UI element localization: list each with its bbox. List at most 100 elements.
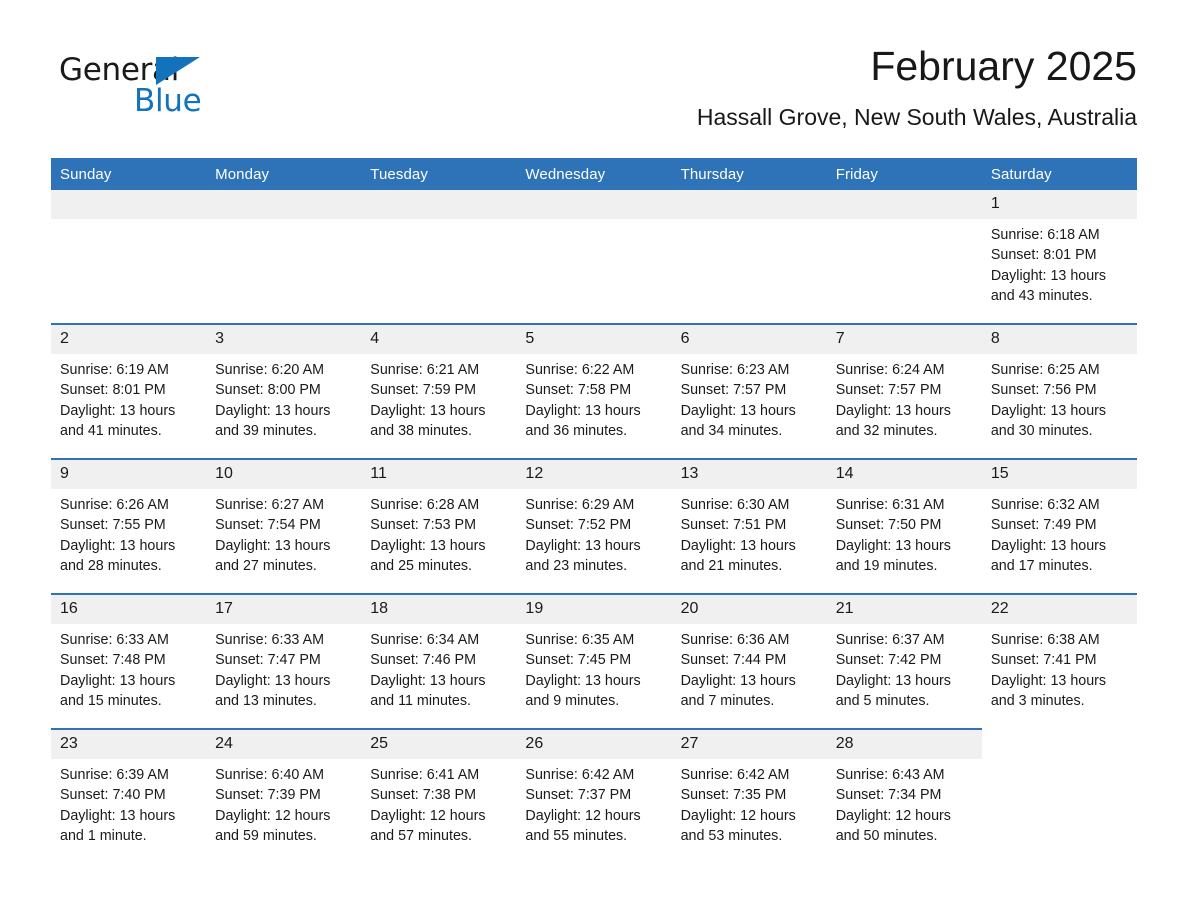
sunset-text: Sunset: 7:54 PM [215,517,321,534]
sunrise-text: Sunrise: 6:27 AM [215,497,325,513]
calendar-day-cell[interactable]: 25 Sunrise: 6:41 AM Sunset: 7:38 PM Dayligh… [361,728,517,863]
sunset-text: Sunset: 7:37 PM [525,787,632,804]
daylight-text: Daylight: 13 hours and 9 minutes. [525,672,641,709]
daylight-text: Daylight: 12 hours and 53 minutes. [680,807,796,844]
weekday-header-thursday: Thursday [671,158,827,190]
day-number: 26 [516,730,672,759]
daylight-text: Daylight: 13 hours and 21 minutes. [680,537,796,574]
calendar-day-cell[interactable]: 18 Sunrise: 6:34 AM Sunset: 7:46 PM Dayligh… [361,593,517,729]
sunset-text: Sunset: 8:01 PM [60,382,166,399]
day-details: Sunrise: 6:37 AM Sunset: 7:42 PM Daylight:… [827,624,982,711]
day-details: Sunrise: 6:21 AM Sunset: 7:59 PM Daylight:… [361,354,516,441]
day-number: 17 [206,595,362,624]
calendar-day-cell[interactable]: 4 Sunrise: 6:21 AM Sunset: 7:59 PM Daylight… [361,323,517,459]
generalblue-logo[interactable]: General Blue [59,52,319,124]
day-number: 9 [51,460,207,489]
sunset-text: Sunset: 7:59 PM [370,382,476,399]
calendar-day-cell[interactable]: 13 Sunrise: 6:30 AM Sunset: 7:51 PM Dayligh… [671,458,827,594]
weekday-header-tuesday: Tuesday [361,158,517,190]
day-details: Sunrise: 6:36 AM Sunset: 7:44 PM Daylight:… [672,624,827,711]
calendar-cell-empty [981,729,1137,863]
day-number: 7 [826,325,982,354]
sunset-text: Sunset: 7:39 PM [215,787,321,804]
calendar-day-cell[interactable]: 10 Sunrise: 6:27 AM Sunset: 7:54 PM Dayligh… [206,458,362,594]
calendar-day-cell[interactable]: 21 Sunrise: 6:37 AM Sunset: 7:42 PM Dayligh… [826,593,982,729]
calendar-day-cell[interactable]: 1 Sunrise: 6:18 AM Sunset: 8:01 PM Daylight… [981,190,1137,324]
daylight-text: Daylight: 13 hours and 7 minutes. [680,672,796,709]
day-details: Sunrise: 6:28 AM Sunset: 7:53 PM Daylight:… [361,489,516,576]
calendar-day-cell[interactable]: 28 Sunrise: 6:43 AM Sunset: 7:34 PM Dayligh… [826,728,982,863]
calendar-day-cell[interactable]: 17 Sunrise: 6:33 AM Sunset: 7:47 PM Dayligh… [206,593,362,729]
weekday-header-row: Sunday Monday Tuesday Wednesday Thursday… [51,158,1137,190]
logo-text-blue: Blue [134,83,202,119]
calendar-week-row: 23 Sunrise: 6:39 AM Sunset: 7:40 PM Dayligh… [51,728,1137,863]
daylight-text: Daylight: 13 hours and 1 minute. [60,807,176,844]
weekday-header-wednesday: Wednesday [516,158,672,190]
day-details: Sunrise: 6:33 AM Sunset: 7:48 PM Daylight:… [51,624,206,711]
calendar-day-cell[interactable]: 12 Sunrise: 6:29 AM Sunset: 7:52 PM Dayligh… [516,458,672,594]
calendar-day-cell[interactable]: 26 Sunrise: 6:42 AM Sunset: 7:37 PM Dayligh… [516,728,672,863]
sunset-text: Sunset: 7:56 PM [990,382,1097,399]
calendar-day-cell[interactable]: 14 Sunrise: 6:31 AM Sunset: 7:50 PM Dayligh… [826,458,982,594]
sunset-text: Sunset: 7:57 PM [680,382,787,399]
daylight-text: Daylight: 13 hours and 17 minutes. [990,537,1107,574]
daylight-text: Daylight: 13 hours and 28 minutes. [60,537,176,574]
calendar-day-cell[interactable]: 3 Sunrise: 6:20 AM Sunset: 8:00 PM Daylight… [206,323,362,459]
day-number: 23 [51,730,207,759]
daylight-text: Daylight: 13 hours and 36 minutes. [525,402,641,439]
sunset-text: Sunset: 7:44 PM [680,652,787,669]
day-details: Sunrise: 6:22 AM Sunset: 7:58 PM Daylight:… [516,354,671,441]
calendar-day-cell[interactable]: 8 Sunrise: 6:25 AM Sunset: 7:56 PM Daylight… [981,323,1137,459]
day-number: 2 [51,325,207,354]
day-details: Sunrise: 6:41 AM Sunset: 7:38 PM Daylight:… [361,759,516,846]
calendar-day-cell[interactable]: 23 Sunrise: 6:39 AM Sunset: 7:40 PM Dayligh… [51,728,207,863]
day-details: Sunrise: 6:18 AM Sunset: 8:01 PM Daylight:… [982,219,1137,306]
sunrise-text: Sunrise: 6:36 AM [680,632,790,648]
calendar-day-cell[interactable]: 16 Sunrise: 6:33 AM Sunset: 7:48 PM Dayligh… [51,593,207,729]
weekday-header-monday: Monday [206,158,362,190]
daylight-text: Daylight: 13 hours and 15 minutes. [60,672,176,709]
sunrise-text: Sunrise: 6:42 AM [525,767,635,783]
location-subtitle: Hassall Grove, New South Wales, Australi… [696,104,1137,130]
day-number: 1 [981,190,1137,219]
day-details: Sunrise: 6:42 AM Sunset: 7:37 PM Daylight:… [516,759,671,846]
calendar-day-cell[interactable]: 7 Sunrise: 6:24 AM Sunset: 7:57 PM Daylight… [826,323,982,459]
sunrise-text: Sunrise: 6:18 AM [990,227,1100,243]
calendar-cell-empty [671,190,827,324]
calendar-day-cell[interactable]: 5 Sunrise: 6:22 AM Sunset: 7:58 PM Daylight… [516,323,672,459]
calendar-week-row: 9 Sunrise: 6:26 AM Sunset: 7:55 PM Daylight… [51,458,1137,594]
day-details: Sunrise: 6:30 AM Sunset: 7:51 PM Daylight:… [672,489,827,576]
day-number: 21 [826,595,982,624]
daylight-text: Daylight: 13 hours and 30 minutes. [990,402,1107,439]
day-number [361,190,517,219]
sunrise-text: Sunrise: 6:42 AM [680,767,790,783]
calendar-day-cell[interactable]: 20 Sunrise: 6:36 AM Sunset: 7:44 PM Dayligh… [671,593,827,729]
daylight-text: Daylight: 13 hours and 23 minutes. [525,537,641,574]
day-number: 13 [671,460,827,489]
calendar-day-cell[interactable]: 22 Sunrise: 6:38 AM Sunset: 7:41 PM Dayligh… [981,593,1137,729]
daylight-text: Daylight: 13 hours and 11 minutes. [370,672,486,709]
daylight-text: Daylight: 13 hours and 25 minutes. [370,537,486,574]
calendar-day-cell[interactable]: 15 Sunrise: 6:32 AM Sunset: 7:49 PM Dayligh… [981,458,1137,594]
calendar-week-row: 2 Sunrise: 6:19 AM Sunset: 8:01 PM Daylight… [51,323,1137,459]
calendar-cell-empty [361,190,517,324]
calendar-day-cell[interactable]: 6 Sunrise: 6:23 AM Sunset: 7:57 PM Daylight… [671,323,827,459]
daylight-text: Daylight: 13 hours and 38 minutes. [370,402,486,439]
sunrise-text: Sunrise: 6:19 AM [60,362,169,378]
sunset-text: Sunset: 8:00 PM [215,382,321,399]
calendar-day-cell[interactable]: 11 Sunrise: 6:28 AM Sunset: 7:53 PM Dayligh… [361,458,517,594]
calendar-day-cell[interactable]: 9 Sunrise: 6:26 AM Sunset: 7:55 PM Daylight… [51,458,207,594]
calendar-day-cell[interactable]: 19 Sunrise: 6:35 AM Sunset: 7:45 PM Dayligh… [516,593,672,729]
day-details: Sunrise: 6:20 AM Sunset: 8:00 PM Daylight:… [206,354,361,441]
daylight-text: Daylight: 13 hours and 19 minutes. [835,537,951,574]
day-details: Sunrise: 6:38 AM Sunset: 7:41 PM Daylight:… [982,624,1137,711]
sunrise-text: Sunrise: 6:29 AM [525,497,635,513]
calendar-day-cell[interactable]: 2 Sunrise: 6:19 AM Sunset: 8:01 PM Daylight… [51,323,207,459]
calendar-day-cell[interactable]: 27 Sunrise: 6:42 AM Sunset: 7:35 PM Dayligh… [671,728,827,863]
calendar-day-cell[interactable]: 24 Sunrise: 6:40 AM Sunset: 7:39 PM Dayligh… [206,728,362,863]
day-number: 14 [826,460,982,489]
day-details: Sunrise: 6:29 AM Sunset: 7:52 PM Daylight:… [516,489,671,576]
sunrise-text: Sunrise: 6:24 AM [835,362,945,378]
sunset-text: Sunset: 7:51 PM [680,517,787,534]
daylight-text: Daylight: 13 hours and 34 minutes. [680,402,796,439]
